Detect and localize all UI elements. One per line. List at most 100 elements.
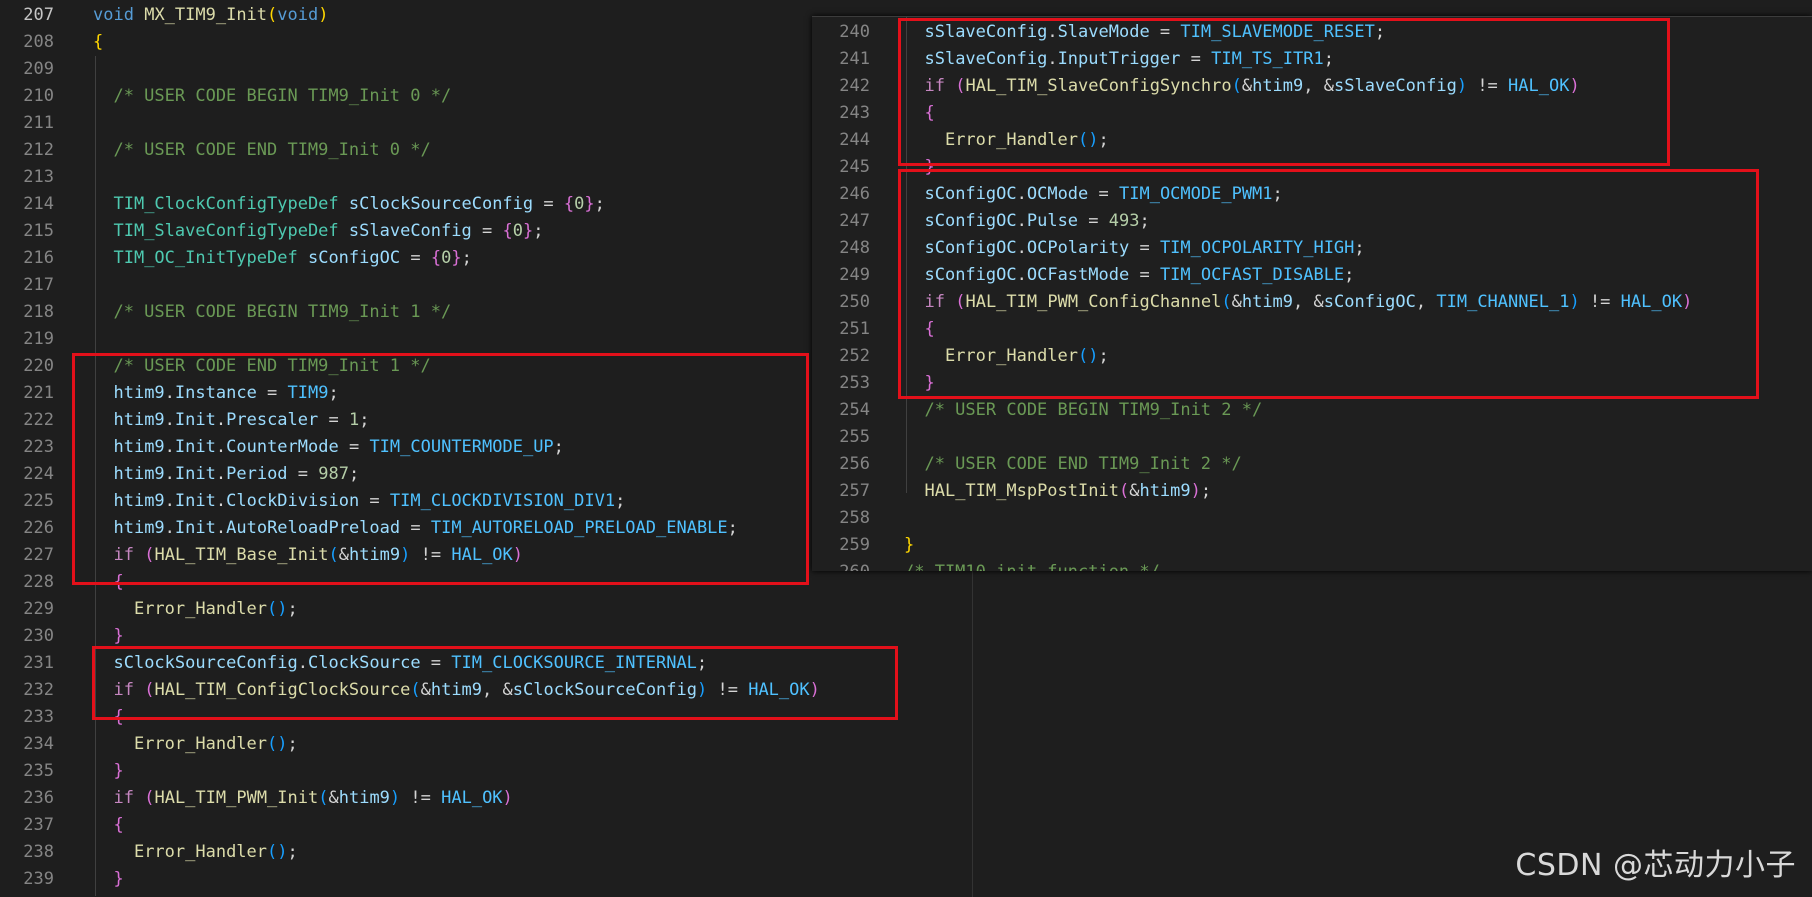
code-line[interactable]: 245 } bbox=[812, 154, 934, 181]
code-text[interactable]: if (HAL_TIM_PWM_Init(&htim9) != HAL_OK) bbox=[93, 785, 512, 812]
code-line[interactable]: 229 Error_Handler(); bbox=[0, 596, 297, 623]
code-line[interactable]: 222 htim9.Init.Prescaler = 1; bbox=[0, 407, 369, 434]
code-text[interactable]: /* USER CODE END TIM9_Init 0 */ bbox=[93, 137, 430, 164]
code-text[interactable]: { bbox=[904, 316, 934, 343]
code-line[interactable]: 252 Error_Handler(); bbox=[812, 343, 1108, 370]
code-text[interactable]: { bbox=[904, 100, 934, 127]
code-line[interactable]: 240 sSlaveConfig.SlaveMode = TIM_SLAVEMO… bbox=[812, 19, 1385, 46]
code-line[interactable]: 247 sConfigOC.Pulse = 493; bbox=[812, 208, 1149, 235]
code-line[interactable]: 214 TIM_ClockConfigTypeDef sClockSourceC… bbox=[0, 191, 605, 218]
code-line[interactable]: 224 htim9.Init.Period = 987; bbox=[0, 461, 359, 488]
code-text[interactable]: /* USER CODE BEGIN TIM9_Init 0 */ bbox=[93, 83, 451, 110]
code-text[interactable]: HAL_TIM_MspPostInit(&htim9); bbox=[904, 478, 1211, 505]
code-line[interactable]: 250 if (HAL_TIM_PWM_ConfigChannel(&htim9… bbox=[812, 289, 1692, 316]
right-code-editor[interactable]: 240 sSlaveConfig.SlaveMode = TIM_SLAVEMO… bbox=[812, 16, 1812, 571]
code-text[interactable]: } bbox=[904, 370, 934, 397]
code-text[interactable]: /* TIM10 init function */ bbox=[904, 559, 1160, 571]
code-text[interactable]: if (HAL_TIM_ConfigClockSource(&htim9, &s… bbox=[93, 677, 819, 704]
code-text[interactable]: void MX_TIM9_Init(void) bbox=[93, 2, 328, 29]
code-line[interactable]: 220 /* USER CODE END TIM9_Init 1 */ bbox=[0, 353, 430, 380]
code-line[interactable]: 218 /* USER CODE BEGIN TIM9_Init 1 */ bbox=[0, 299, 451, 326]
code-text[interactable]: if (HAL_TIM_Base_Init(&htim9) != HAL_OK) bbox=[93, 542, 523, 569]
code-line[interactable]: 227 if (HAL_TIM_Base_Init(&htim9) != HAL… bbox=[0, 542, 523, 569]
code-text[interactable]: htim9.Init.Prescaler = 1; bbox=[93, 407, 369, 434]
code-text[interactable]: Error_Handler(); bbox=[93, 731, 298, 758]
code-line[interactable]: 248 sConfigOC.OCPolarity = TIM_OCPOLARIT… bbox=[812, 235, 1364, 262]
code-text[interactable]: htim9.Init.Period = 987; bbox=[93, 461, 359, 488]
code-line[interactable]: 253 } bbox=[812, 370, 934, 397]
code-text[interactable]: TIM_ClockConfigTypeDef sClockSourceConfi… bbox=[93, 191, 604, 218]
code-text[interactable]: htim9.Init.CounterMode = TIM_COUNTERMODE… bbox=[93, 434, 563, 461]
code-text[interactable]: sSlaveConfig.InputTrigger = TIM_TS_ITR1; bbox=[904, 46, 1333, 73]
code-text[interactable]: sConfigOC.OCFastMode = TIM_OCFAST_DISABL… bbox=[904, 262, 1354, 289]
code-line[interactable]: 239 } bbox=[0, 866, 123, 893]
code-text[interactable]: } bbox=[93, 866, 123, 893]
code-text[interactable]: TIM_SlaveConfigTypeDef sSlaveConfig = {0… bbox=[93, 218, 543, 245]
code-line[interactable]: 232 if (HAL_TIM_ConfigClockSource(&htim9… bbox=[0, 677, 820, 704]
code-text[interactable]: sClockSourceConfig.ClockSource = TIM_CLO… bbox=[93, 650, 707, 677]
code-line[interactable]: 255 bbox=[812, 424, 870, 451]
code-line[interactable]: 258 bbox=[812, 505, 870, 532]
code-text[interactable]: /* USER CODE BEGIN TIM9_Init 2 */ bbox=[904, 397, 1262, 424]
code-line[interactable]: 235 } bbox=[0, 758, 123, 785]
code-text[interactable]: sSlaveConfig.SlaveMode = TIM_SLAVEMODE_R… bbox=[904, 19, 1385, 46]
code-line[interactable]: 213 bbox=[0, 164, 54, 191]
code-line[interactable]: 215 TIM_SlaveConfigTypeDef sSlaveConfig … bbox=[0, 218, 543, 245]
code-text[interactable]: } bbox=[93, 623, 123, 650]
code-text[interactable]: sConfigOC.OCMode = TIM_OCMODE_PWM1; bbox=[904, 181, 1282, 208]
code-text[interactable]: sConfigOC.OCPolarity = TIM_OCPOLARITY_HI… bbox=[904, 235, 1364, 262]
code-line[interactable]: 207 void MX_TIM9_Init(void) bbox=[0, 2, 328, 29]
code-text[interactable]: TIM_OC_InitTypeDef sConfigOC = {0}; bbox=[93, 245, 471, 272]
code-line[interactable]: 226 htim9.Init.AutoReloadPreload = TIM_A… bbox=[0, 515, 738, 542]
code-text[interactable]: if (HAL_TIM_SlaveConfigSynchro(&htim9, &… bbox=[904, 73, 1579, 100]
code-line[interactable]: 216 TIM_OC_InitTypeDef sConfigOC = {0}; bbox=[0, 245, 472, 272]
code-line[interactable]: 234 Error_Handler(); bbox=[0, 731, 297, 758]
code-text[interactable]: Error_Handler(); bbox=[904, 127, 1109, 154]
code-text[interactable]: /* USER CODE BEGIN TIM9_Init 1 */ bbox=[93, 299, 451, 326]
code-text[interactable]: /* USER CODE END TIM9_Init 1 */ bbox=[93, 353, 430, 380]
code-line[interactable]: 221 htim9.Instance = TIM9; bbox=[0, 380, 338, 407]
code-line[interactable]: 236 if (HAL_TIM_PWM_Init(&htim9) != HAL_… bbox=[0, 785, 513, 812]
code-line[interactable]: 238 Error_Handler(); bbox=[0, 839, 297, 866]
code-line[interactable]: 228 { bbox=[0, 569, 123, 596]
code-line[interactable]: 257 HAL_TIM_MspPostInit(&htim9); bbox=[812, 478, 1211, 505]
code-line[interactable]: 217 bbox=[0, 272, 54, 299]
code-text[interactable]: sConfigOC.Pulse = 493; bbox=[904, 208, 1149, 235]
code-text[interactable]: /* USER CODE END TIM9_Init 2 */ bbox=[904, 451, 1241, 478]
code-line[interactable]: 219 bbox=[0, 326, 54, 353]
code-line[interactable]: 242 if (HAL_TIM_SlaveConfigSynchro(&htim… bbox=[812, 73, 1579, 100]
code-text[interactable]: } bbox=[904, 154, 934, 181]
code-line[interactable]: 246 sConfigOC.OCMode = TIM_OCMODE_PWM1; bbox=[812, 181, 1283, 208]
code-text[interactable]: htim9.Init.ClockDivision = TIM_CLOCKDIVI… bbox=[93, 488, 625, 515]
code-text[interactable]: { bbox=[93, 569, 123, 596]
code-line[interactable]: 210 /* USER CODE BEGIN TIM9_Init 0 */ bbox=[0, 83, 451, 110]
code-text[interactable]: htim9.Init.AutoReloadPreload = TIM_AUTOR… bbox=[93, 515, 737, 542]
code-line[interactable]: 244 Error_Handler(); bbox=[812, 127, 1108, 154]
code-line[interactable]: 256 /* USER CODE END TIM9_Init 2 */ bbox=[812, 451, 1241, 478]
code-line[interactable]: 231 sClockSourceConfig.ClockSource = TIM… bbox=[0, 650, 707, 677]
code-line[interactable]: 237 { bbox=[0, 812, 123, 839]
code-line[interactable]: 225 htim9.Init.ClockDivision = TIM_CLOCK… bbox=[0, 488, 625, 515]
code-text[interactable]: Error_Handler(); bbox=[93, 596, 298, 623]
code-line[interactable]: 230 } bbox=[0, 623, 123, 650]
code-line[interactable]: 241 sSlaveConfig.InputTrigger = TIM_TS_I… bbox=[812, 46, 1334, 73]
code-line[interactable]: 209 bbox=[0, 56, 54, 83]
code-line[interactable]: 260 /* TIM10 init function */ bbox=[812, 559, 1160, 571]
code-line[interactable]: 254 /* USER CODE BEGIN TIM9_Init 2 */ bbox=[812, 397, 1262, 424]
code-text[interactable]: { bbox=[93, 812, 123, 839]
code-line[interactable]: 251 { bbox=[812, 316, 934, 343]
code-text[interactable]: Error_Handler(); bbox=[93, 839, 298, 866]
code-line[interactable]: 259} bbox=[812, 532, 914, 559]
code-text[interactable]: htim9.Instance = TIM9; bbox=[93, 380, 338, 407]
code-line[interactable]: 233 { bbox=[0, 704, 123, 731]
code-text[interactable]: } bbox=[93, 758, 123, 785]
code-text[interactable]: if (HAL_TIM_PWM_ConfigChannel(&htim9, &s… bbox=[904, 289, 1692, 316]
code-text[interactable]: } bbox=[904, 532, 914, 559]
code-line[interactable]: 212 /* USER CODE END TIM9_Init 0 */ bbox=[0, 137, 430, 164]
code-line[interactable]: 243 { bbox=[812, 100, 934, 127]
code-line[interactable]: 249 sConfigOC.OCFastMode = TIM_OCFAST_DI… bbox=[812, 262, 1354, 289]
code-text[interactable]: { bbox=[93, 704, 123, 731]
code-line[interactable]: 208 { bbox=[0, 29, 103, 56]
code-text[interactable]: { bbox=[93, 29, 103, 56]
code-line[interactable]: 211 bbox=[0, 110, 54, 137]
